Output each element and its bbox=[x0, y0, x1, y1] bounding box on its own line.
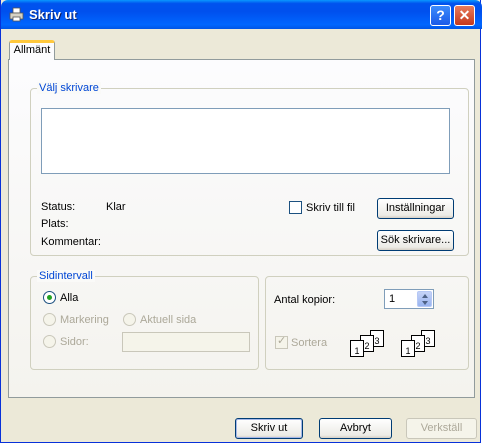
range-current-page-label[interactable]: Aktuell sida bbox=[140, 314, 196, 326]
copies-stepper[interactable]: 1 bbox=[384, 289, 434, 309]
spin-up-icon[interactable] bbox=[422, 294, 428, 298]
radio-selected-dot bbox=[47, 295, 52, 300]
page-range-legend: Sidintervall bbox=[37, 270, 95, 282]
collate-illustration-1: 3 2 1 bbox=[348, 330, 388, 362]
status-value: Klar bbox=[106, 201, 126, 213]
range-all-label[interactable]: Alla bbox=[60, 292, 78, 304]
window-title: Skriv ut bbox=[29, 7, 77, 22]
collate-illustration-2: 3 2 1 bbox=[399, 330, 439, 362]
printer-icon bbox=[9, 7, 24, 22]
page-icon: 1 bbox=[350, 340, 364, 357]
close-button[interactable]: ✕ bbox=[454, 5, 475, 26]
print-to-file-checkbox[interactable] bbox=[289, 201, 302, 214]
help-button[interactable]: ? bbox=[430, 5, 451, 26]
select-printer-legend: Välj skrivare bbox=[37, 82, 101, 94]
range-pages-label[interactable]: Sidor: bbox=[60, 336, 89, 348]
question-mark-icon: ? bbox=[436, 7, 445, 23]
comment-label: Kommentar: bbox=[41, 236, 101, 248]
range-pages-radio[interactable] bbox=[43, 335, 56, 348]
preferences-button[interactable]: Inställningar bbox=[377, 198, 454, 219]
range-selection-radio[interactable] bbox=[43, 313, 56, 326]
copies-label: Antal kopior: bbox=[274, 294, 336, 306]
status-label: Status: bbox=[41, 201, 76, 213]
page-icon: 1 bbox=[401, 340, 415, 357]
collate-label[interactable]: Sortera bbox=[291, 337, 327, 349]
location-label: Plats: bbox=[41, 218, 69, 230]
collate-checkbox[interactable]: ✓ bbox=[275, 335, 288, 349]
range-all-radio[interactable] bbox=[43, 291, 56, 304]
printer-list[interactable] bbox=[41, 108, 450, 174]
copies-value: 1 bbox=[389, 293, 396, 305]
title-bar[interactable]: Skriv ut ? ✕ bbox=[1, 0, 482, 29]
print-button[interactable]: Skriv ut bbox=[235, 418, 303, 439]
range-selection-label[interactable]: Markering bbox=[60, 314, 109, 326]
tab-general-label: Allmänt bbox=[13, 44, 51, 56]
checkmark-icon: ✓ bbox=[277, 335, 287, 347]
close-icon: ✕ bbox=[458, 7, 471, 23]
spin-buttons[interactable] bbox=[417, 291, 432, 307]
tab-general[interactable]: Allmänt bbox=[9, 40, 55, 60]
spin-down-icon[interactable] bbox=[422, 301, 428, 305]
cancel-button[interactable]: Avbryt bbox=[319, 418, 392, 439]
apply-button[interactable]: Verkställ bbox=[406, 418, 477, 439]
find-printer-button[interactable]: Sök skrivare... bbox=[377, 230, 454, 251]
print-dialog: Skriv ut ? ✕ Allmänt Välj skrivare Statu… bbox=[0, 0, 482, 443]
pages-input[interactable] bbox=[122, 332, 250, 352]
print-to-file-label[interactable]: Skriv till fil bbox=[306, 202, 355, 214]
range-current-page-radio[interactable] bbox=[123, 313, 136, 326]
